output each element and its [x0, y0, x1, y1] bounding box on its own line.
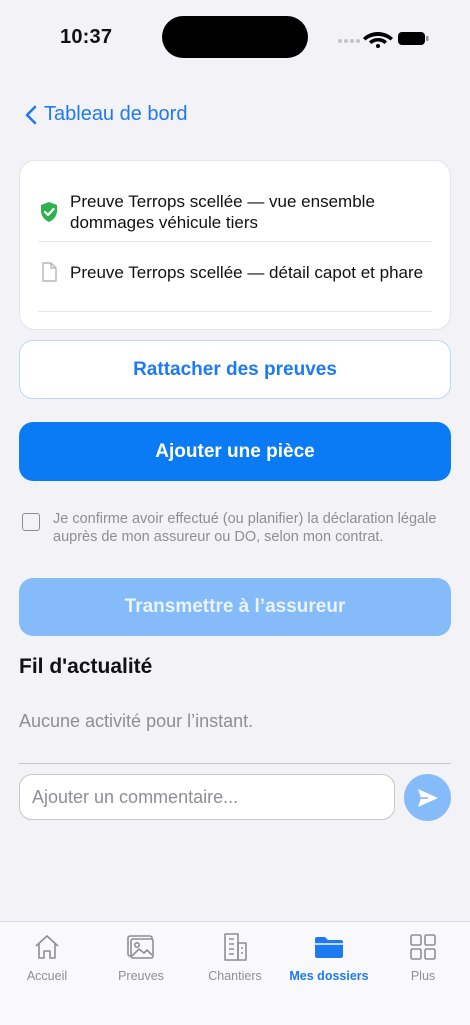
- proof-label: Preuve Terrops scellée — détail capot et…: [70, 262, 424, 282]
- tab-mes-dossiers[interactable]: Mes dossiers: [282, 932, 376, 983]
- chevron-left-icon: [25, 105, 37, 124]
- declaration-checkbox[interactable]: [22, 513, 40, 531]
- tab-preuves[interactable]: Preuves: [94, 932, 188, 983]
- tab-label: Accueil: [26, 969, 68, 983]
- dynamic-island: [162, 16, 308, 58]
- proof-label: Preuve Terrops scellée — vue ensemble do…: [70, 192, 375, 232]
- signal-icon: [338, 39, 360, 43]
- back-label: Tableau de bord: [44, 103, 188, 125]
- tab-chantiers[interactable]: Chantiers: [188, 932, 282, 983]
- feed-title: Fil d'actualité: [19, 655, 153, 678]
- feed-empty-text: Aucune activité pour l’instant.: [19, 711, 254, 731]
- declaration-text: Je confirme avoir effectué (ou planifier…: [53, 511, 437, 545]
- tab-plus[interactable]: Plus: [376, 932, 470, 983]
- add-document-button[interactable]: Ajouter une pièce: [19, 422, 451, 481]
- building-icon: [220, 932, 250, 962]
- transmit-to-insurer-button[interactable]: Transmettre à l’assureur: [19, 578, 451, 636]
- house-icon: [32, 932, 62, 962]
- tab-label: Chantiers: [208, 969, 262, 983]
- comment-input[interactable]: [19, 774, 395, 820]
- tab-label: Mes dossiers: [289, 969, 369, 983]
- proof-item[interactable]: Preuve Terrops scellée — vue ensemble do…: [38, 191, 432, 233]
- proof-item[interactable]: Preuve Terrops scellée — détail capot et…: [38, 261, 432, 283]
- tab-bar: Accueil Preuves Chantiers Mes dossiers P…: [0, 921, 470, 1025]
- tab-label: Plus: [410, 969, 436, 983]
- grid-icon: [408, 932, 438, 962]
- tab-accueil[interactable]: Accueil: [0, 932, 94, 983]
- declaration-confirm-row: Je confirme avoir effectué (ou planifier…: [22, 510, 442, 546]
- status-time: 10:37: [60, 26, 113, 48]
- document-icon: [38, 261, 60, 283]
- status-icons: [336, 28, 430, 48]
- battery-icon: [398, 32, 429, 45]
- wifi-icon: [363, 32, 393, 48]
- folder-icon: [314, 932, 344, 962]
- divider: [19, 763, 451, 764]
- divider: [38, 311, 432, 312]
- divider: [38, 241, 432, 242]
- back-button[interactable]: Tableau de bord: [24, 103, 187, 126]
- tab-label: Preuves: [118, 969, 164, 983]
- proof-list-card: Preuve Terrops scellée — vue ensemble do…: [19, 160, 451, 330]
- send-button[interactable]: [404, 774, 451, 821]
- send-icon: [417, 788, 438, 807]
- attach-proofs-button[interactable]: Rattacher des preuves: [19, 340, 451, 399]
- shield-check-icon: [38, 201, 60, 223]
- photo-icon: [126, 932, 156, 962]
